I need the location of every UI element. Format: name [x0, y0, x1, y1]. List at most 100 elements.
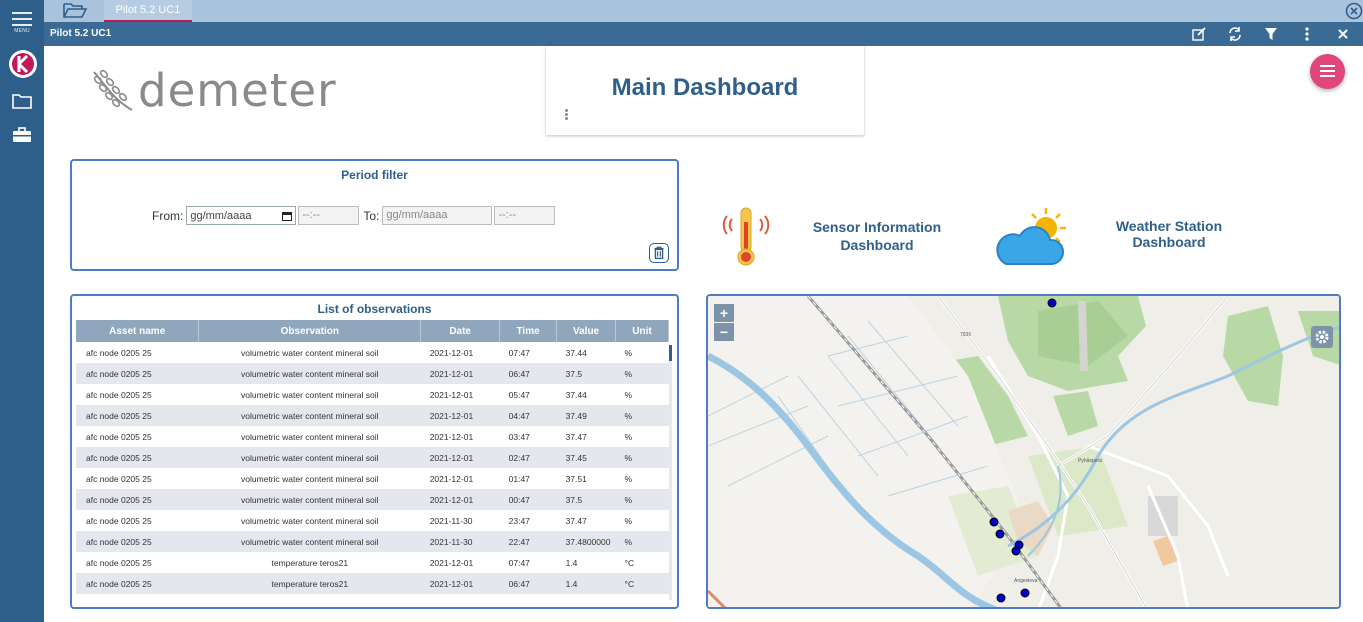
table-cell: 2021-12-01 [420, 447, 500, 468]
thermometer-icon[interactable] [719, 206, 773, 268]
weather-icon[interactable] [994, 206, 1080, 268]
folder-icon[interactable] [12, 93, 32, 109]
table-cell: 23:47 [499, 510, 557, 531]
table-cell: 37.44 [556, 384, 616, 405]
app-logo-icon[interactable] [8, 49, 38, 79]
table-cell: 2021-12-01 [420, 384, 500, 405]
main-dashboard-card: Main Dashboard [546, 46, 864, 135]
table-cell: afc node 0205 25 [76, 363, 199, 384]
weather-dashboard-link[interactable]: Weather Station Dashboard [1082, 218, 1256, 250]
edit-icon[interactable] [1191, 26, 1207, 42]
main-menu-fab-button[interactable] [1310, 54, 1345, 89]
trash-button[interactable] [649, 243, 669, 263]
from-date-input[interactable]: gg/mm/aaaa [186, 206, 297, 225]
gear-icon [1315, 330, 1329, 344]
table-cell: % [615, 468, 669, 489]
menu-button[interactable]: MENU [0, 8, 44, 40]
column-header[interactable]: Value [556, 320, 617, 342]
table-cell: % [615, 363, 669, 384]
table-cell: % [615, 510, 669, 531]
demeter-logo: demeter [88, 64, 336, 117]
refresh-icon[interactable] [1227, 26, 1243, 42]
column-header[interactable]: Asset name [76, 320, 200, 342]
from-time-input[interactable]: --:-- [298, 206, 360, 225]
table-row[interactable]: afc node 0205 25 temperature teros21 2021-… [76, 573, 669, 594]
table-cell: afc node 0205 25 [76, 384, 199, 405]
wheat-icon [93, 69, 133, 111]
to-time-input[interactable]: --:-- [494, 206, 556, 225]
table-cell: 2021-12-01 [420, 489, 500, 510]
table-scrollbar[interactable] [669, 345, 672, 600]
table-cell: 06:47 [499, 573, 557, 594]
table-cell: % [615, 531, 669, 552]
table-row[interactable]: afc node 0205 25 temperature teros21 2021-… [76, 552, 669, 573]
table-cell: 37.47 [556, 426, 616, 447]
column-header[interactable]: Observation [198, 320, 422, 342]
close-icon[interactable] [1335, 26, 1351, 42]
panel-title: Pilot 5.2 UC1 [50, 28, 112, 39]
to-date-input[interactable]: gg/mm/aaaa [382, 206, 493, 225]
sensor-marker [1047, 298, 1057, 308]
filter-icon[interactable] [1263, 26, 1279, 42]
table-cell: afc node 0205 25 [76, 342, 199, 363]
more-vertical-icon[interactable] [1299, 26, 1315, 42]
table-row[interactable]: afc node 0205 25 volumetric water content… [76, 342, 669, 363]
table-cell: % [615, 447, 669, 468]
table-row[interactable]: afc node 0205 25 volumetric water content… [76, 363, 669, 384]
table-row[interactable]: afc node 0205 25 volumetric water content… [76, 468, 669, 489]
calendar-icon[interactable] [282, 211, 293, 221]
map-settings-button[interactable] [1311, 326, 1333, 348]
panel-title-bar: Pilot 5.2 UC1 [44, 22, 1363, 46]
table-cell: °C [615, 573, 669, 594]
zoom-in-button[interactable]: + [714, 304, 734, 322]
table-row[interactable]: afc node 0205 25 volumetric water content… [76, 531, 669, 552]
column-header[interactable]: Time [499, 320, 558, 342]
table-row[interactable]: afc node 0205 25 volumetric water content… [76, 489, 669, 510]
menu-label: MENU [14, 28, 30, 34]
map-tiles: 7836 Pyhäsperä Angesleva [708, 296, 1339, 607]
table-cell: 00:47 [499, 489, 557, 510]
table-cell: 1.4 [556, 552, 616, 573]
briefcase-icon[interactable] [12, 127, 32, 143]
table-cell: 2021-11-30 [420, 531, 500, 552]
sensor-marker [1011, 546, 1021, 556]
table-cell: volumetric water content mineral soil [198, 510, 421, 531]
table-cell: 07:47 [499, 342, 557, 363]
left-rail: MENU [0, 0, 44, 622]
table-cell: 37.47 [556, 510, 616, 531]
table-cell: 04:47 [499, 405, 557, 426]
page-title: Main Dashboard [611, 74, 799, 101]
column-header[interactable]: Unit [615, 320, 669, 342]
table-cell: 2021-12-01 [420, 426, 500, 447]
zoom-out-button[interactable]: − [714, 323, 734, 341]
sensor-marker [1020, 588, 1030, 598]
table-cell: afc node 0205 25 [76, 573, 199, 594]
table-cell: 37.45 [556, 447, 616, 468]
from-date-placeholder: gg/mm/aaaa [190, 209, 252, 222]
sensor-dashboard-link[interactable]: Sensor Information Dashboard [806, 218, 948, 254]
table-row[interactable]: afc node 0205 25 volumetric water content… [76, 426, 669, 447]
open-folder-icon[interactable] [62, 1, 88, 19]
tab-pilot[interactable]: Pilot 5.2 UC1 [104, 0, 192, 22]
sensor-marker [995, 529, 1005, 539]
table-row[interactable]: afc node 0205 25 volumetric water content… [76, 510, 669, 531]
table-row[interactable]: afc node 0205 25 volumetric water content… [76, 405, 669, 426]
table-row[interactable]: afc node 0205 25 volumetric water content… [76, 447, 669, 468]
table-cell: afc node 0205 25 [76, 447, 199, 468]
table-cell: volumetric water content mineral soil [198, 468, 421, 489]
close-all-icon[interactable] [1345, 2, 1363, 20]
card-drag-handle-icon[interactable] [565, 109, 569, 121]
table-cell: 22:47 [499, 531, 557, 552]
table-cell: 1.4 [556, 573, 616, 594]
map-label-village: Angesleva [1014, 578, 1038, 584]
table-cell: volumetric water content mineral soil [198, 531, 421, 552]
table-row[interactable]: afc node 0205 25 volumetric water content… [76, 384, 669, 405]
observations-panel: List of observations Asset name Observat… [70, 294, 679, 609]
column-header[interactable]: Date [420, 320, 501, 342]
table-cell: 2021-12-01 [420, 573, 500, 594]
table-cell: 2021-12-01 [420, 468, 500, 489]
table-cell: 2021-11-30 [420, 510, 500, 531]
map-panel[interactable]: 7836 Pyhäsperä Angesleva + − [706, 294, 1341, 609]
table-cell: 37.44 [556, 342, 616, 363]
table-cell: afc node 0205 25 [76, 468, 199, 489]
